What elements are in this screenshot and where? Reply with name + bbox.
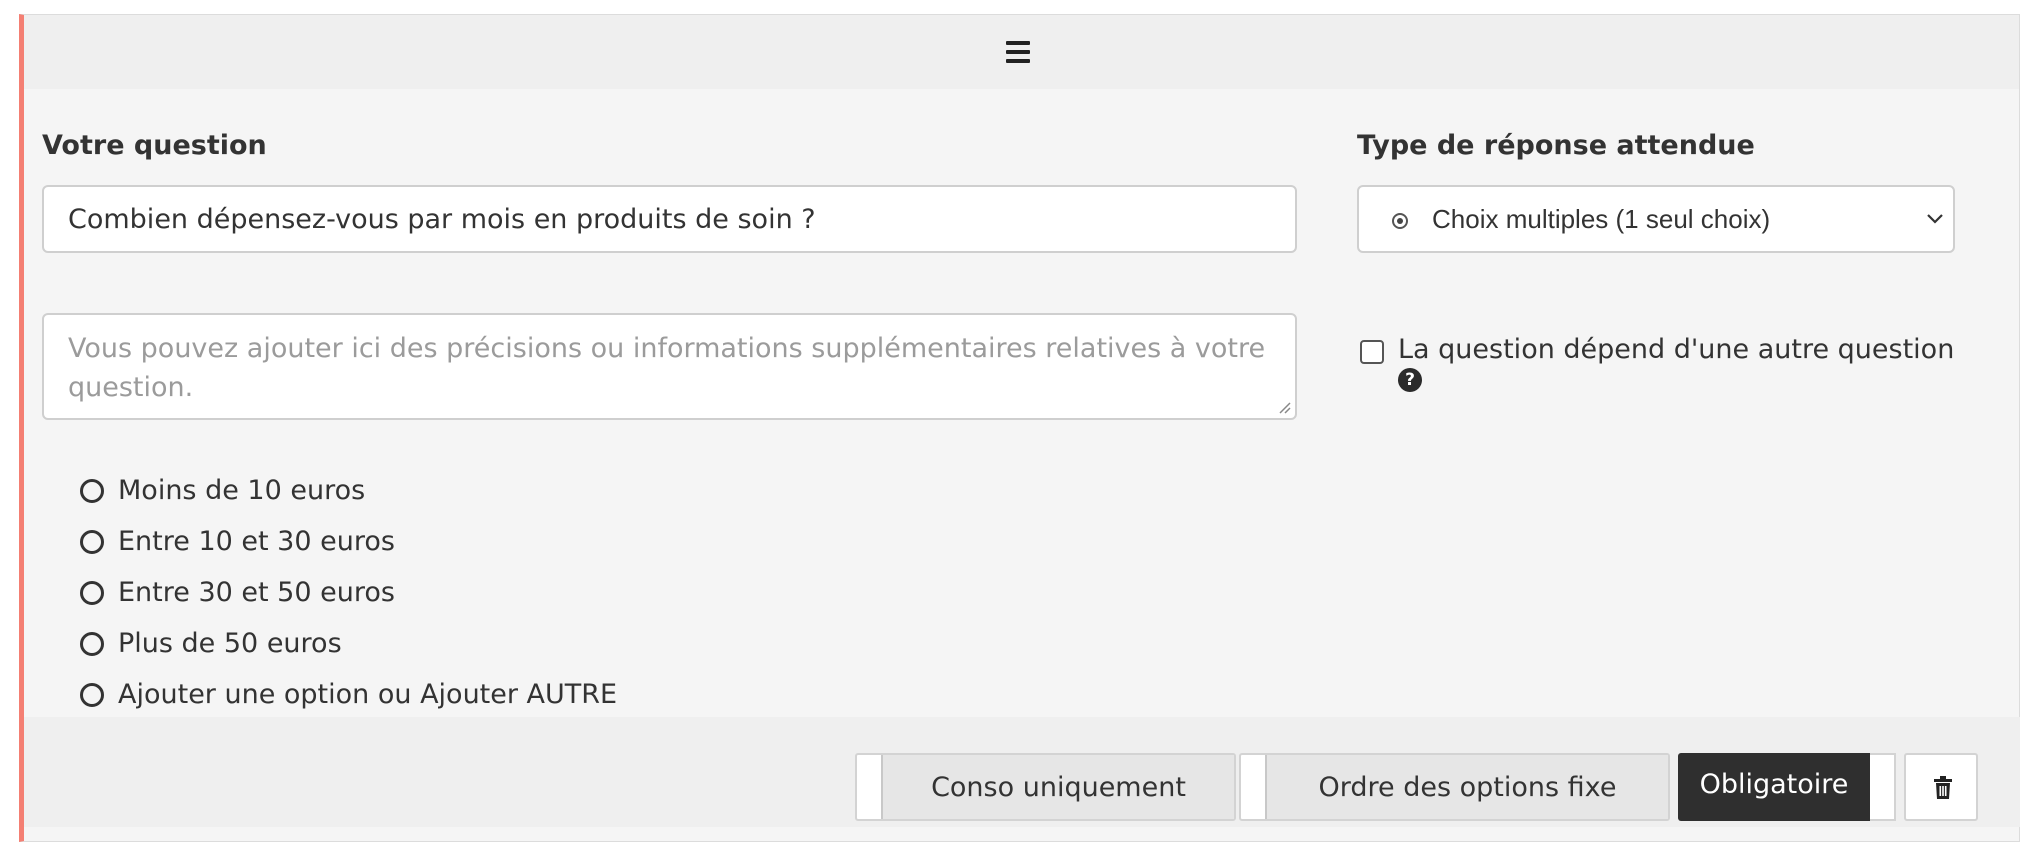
radio-circle-icon bbox=[80, 530, 104, 554]
option-label[interactable]: Moins de 10 euros bbox=[118, 475, 365, 506]
option-label[interactable]: Entre 30 et 50 euros bbox=[118, 577, 395, 608]
dependency-label: La question dépend d'une autre question bbox=[1398, 334, 1955, 365]
conso-only-toggle[interactable]: Conso uniquement bbox=[855, 753, 1236, 821]
answer-type-select[interactable]: Choix multiples (1 seul choix) bbox=[1357, 185, 1955, 253]
trash-icon bbox=[1934, 776, 1952, 799]
answer-type-label: Type de réponse attendue bbox=[1357, 130, 1755, 161]
description-textarea[interactable]: Vous pouvez ajouter ici des précisions o… bbox=[42, 313, 1297, 420]
radio-circle-icon bbox=[80, 581, 104, 605]
drag-handle-bar[interactable] bbox=[24, 15, 2019, 89]
required-toggle-nub bbox=[1870, 753, 1896, 821]
add-option-label[interactable]: Ajouter une option ou Ajouter AUTRE bbox=[118, 679, 617, 710]
radio-dot-icon bbox=[1392, 213, 1408, 229]
fixed-order-label: Ordre des options fixe bbox=[1265, 755, 1668, 819]
option-label[interactable]: Plus de 50 euros bbox=[118, 628, 342, 659]
answer-type-value: Choix multiples (1 seul choix) bbox=[1432, 204, 1771, 234]
question-input[interactable] bbox=[42, 185, 1297, 253]
drag-handle-icon[interactable] bbox=[1006, 41, 1030, 63]
required-toggle[interactable]: Obligatoire bbox=[1678, 753, 1896, 821]
resize-grip-icon[interactable] bbox=[1277, 400, 1291, 414]
radio-circle-icon bbox=[80, 632, 104, 656]
help-icon[interactable]: ? bbox=[1398, 368, 1422, 392]
fixed-order-toggle[interactable]: Ordre des options fixe bbox=[1239, 753, 1670, 821]
dependency-checkbox[interactable] bbox=[1360, 340, 1384, 364]
radio-circle-icon bbox=[80, 683, 104, 707]
description-placeholder: Vous pouvez ajouter ici des précisions o… bbox=[68, 333, 1266, 403]
question-label: Votre question bbox=[42, 130, 267, 161]
conso-only-label: Conso uniquement bbox=[881, 755, 1234, 819]
delete-button[interactable] bbox=[1904, 753, 1978, 821]
option-label[interactable]: Entre 10 et 30 euros bbox=[118, 526, 395, 557]
required-label: Obligatoire bbox=[1699, 769, 1849, 800]
chevron-down-icon bbox=[1927, 214, 1943, 224]
radio-circle-icon bbox=[80, 479, 104, 503]
